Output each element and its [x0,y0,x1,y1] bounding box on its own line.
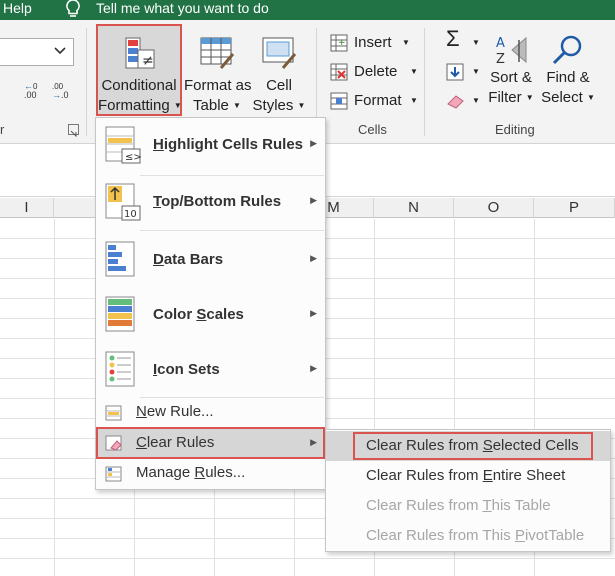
column-header-p[interactable]: P [534,198,615,218]
color-scales-icon [105,296,135,332]
title-bar: Help Tell me what you want to do [0,0,615,20]
menu-separator [140,397,324,398]
column-header-o[interactable]: O [454,198,534,218]
top-bottom-icon: 10 [105,183,141,221]
submenu-arrow-icon: ▶ [310,253,317,263]
lightbulb-icon [66,0,80,17]
sort-az-icon: A Z [496,36,527,66]
group-divider [424,28,425,136]
insert-button[interactable]: + Insert ▼ [330,32,414,54]
menu-item-highlight-cells-rules[interactable]: ≤> Highlight Cells Rules ▶ [96,120,325,174]
dropdown-caret-icon: ▼ [402,38,410,47]
conditional-formatting-button[interactable]: ≠ Conditional Formatting ▼ [96,24,182,116]
submenu-arrow-icon: ▶ [310,363,317,373]
column-header-i[interactable]: I [0,198,54,218]
dropdown-caret-icon: ▼ [472,96,480,105]
clear-rules-icon [105,435,122,451]
data-bars-icon [105,241,135,277]
conditional-formatting-menu: ≤> Highlight Cells Rules ▶ 10 Top/Bottom… [95,117,326,490]
editing-group-label: Editing [495,122,535,137]
dropdown-caret-icon: ▼ [233,101,241,111]
submenu-arrow-icon: ▶ [310,437,317,447]
eraser-icon [447,95,464,109]
dropdown-caret-icon: ▼ [586,93,595,103]
clear-button[interactable]: ▼ [446,90,486,112]
chevron-down-icon [54,47,66,55]
menu-item-icon-sets[interactable]: Icon Sets ▶ [96,345,325,399]
autosum-button[interactable]: Σ ▼ [446,28,486,54]
svg-text:≠: ≠ [142,53,154,69]
cells-group-label: Cells [358,122,387,137]
dropdown-caret-icon: ▼ [410,96,418,105]
menu-item-clear-rules[interactable]: Clear Rules ▶ [96,427,325,459]
help-tab[interactable]: Help [3,0,32,16]
tell-me-search[interactable]: Tell me what you want to do [96,0,269,16]
column-header-n[interactable]: N [374,198,454,218]
svg-text:≤>: ≤> [125,152,142,163]
clear-rules-submenu: Clear Rules from Selected Cells Clear Ru… [325,429,611,552]
fill-down-icon [446,63,464,81]
dropdown-caret-icon: ▼ [472,67,480,76]
decrease-decimal-button[interactable]: .00 →.0 [52,82,69,100]
format-as-table-icon [200,37,235,69]
submenu-arrow-icon: ▶ [310,308,317,318]
svg-text:10: 10 [124,209,137,220]
increase-decimal-button[interactable]: ←0 .00 [24,82,37,100]
sigma-icon: Σ [446,26,460,51]
menu-separator [140,175,324,176]
submenu-item-clear-selected-cells[interactable]: Clear Rules from Selected Cells [326,431,610,461]
cell-styles-icon [262,37,297,69]
insert-cells-icon: + [330,34,348,52]
dropdown-caret-icon: ▼ [472,38,480,47]
magnifier-icon [552,35,582,65]
menu-separator [140,230,324,231]
menu-item-manage-rules[interactable]: Manage Rules... [96,460,325,488]
svg-text:+: + [338,38,346,48]
svg-text:Z: Z [496,52,505,66]
submenu-item-clear-this-pivottable: Clear Rules from This PivotTable [366,527,585,544]
submenu-item-clear-this-table: Clear Rules from This Table [366,497,551,514]
icon-sets-icon [105,351,135,387]
format-button[interactable]: Format ▼ [330,90,418,112]
menu-item-data-bars[interactable]: Data Bars ▶ [96,235,325,289]
format-cells-icon [330,92,348,110]
submenu-item-clear-entire-sheet[interactable]: Clear Rules from Entire Sheet [326,461,610,491]
menu-item-top-bottom-rules[interactable]: 10 Top/Bottom Rules ▶ [96,177,325,231]
fill-button[interactable]: ▼ [446,61,486,83]
new-rule-icon [105,405,122,421]
find-select-button[interactable]: Find & Select ▼ [538,34,598,118]
number-format-dropdown[interactable] [0,38,74,66]
conditional-formatting-icon: ≠ [125,37,155,69]
sort-filter-button[interactable]: A Z Sort & Filter ▼ [486,34,536,118]
svg-text:A: A [496,36,505,51]
dropdown-caret-icon: ▼ [410,67,418,76]
highlight-cells-icon: ≤> [105,126,142,164]
delete-button[interactable]: Delete ▼ [330,61,418,83]
submenu-arrow-icon: ▶ [310,138,317,148]
dialog-launcher-icon[interactable] [68,124,79,138]
delete-cells-icon [330,63,348,81]
group-divider [86,28,87,136]
dropdown-caret-icon: ▼ [525,93,534,103]
grid-line [0,558,615,559]
number-group-label: r [0,122,5,137]
dropdown-caret-icon: ▼ [297,101,306,111]
submenu-arrow-icon: ▶ [310,195,317,205]
dropdown-caret-icon: ▼ [173,101,182,111]
menu-item-color-scales[interactable]: Color Scales ▶ [96,290,325,344]
format-as-table-button[interactable]: Format as Table ▼ [184,26,252,116]
cell-styles-button[interactable]: Cell Styles ▼ [252,26,306,116]
arrow-right-icon: → [52,90,61,100]
manage-rules-icon [105,466,122,482]
menu-item-new-rule[interactable]: New Rule... [96,399,325,427]
